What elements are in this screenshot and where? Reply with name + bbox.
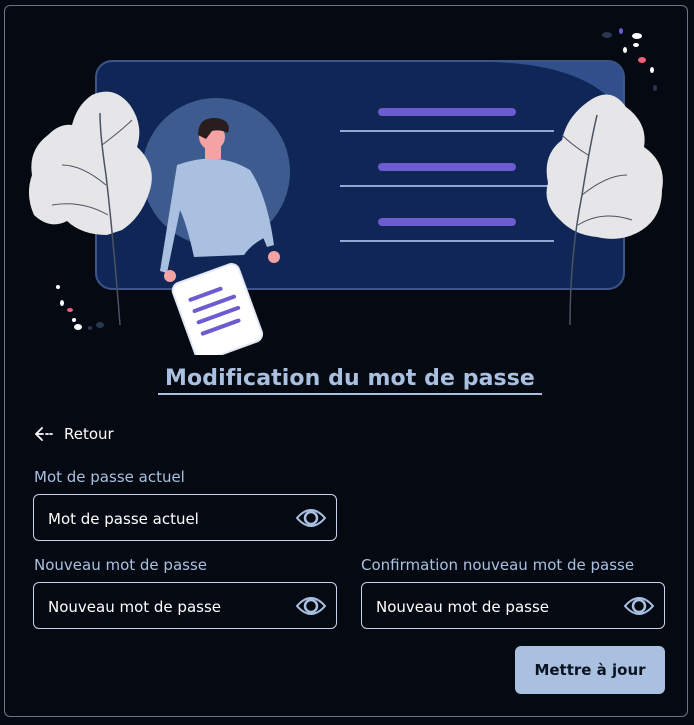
new-password-field [33,582,337,630]
eye-icon[interactable] [295,504,327,532]
id-card [95,60,625,290]
eye-icon[interactable] [295,592,327,620]
back-link[interactable]: Retour [34,423,114,445]
new-password-label: Nouveau mot de passe [34,556,208,574]
confirm-password-input[interactable] [374,583,618,630]
back-label: Retour [64,425,114,443]
password-illustration [28,28,663,355]
confirm-password-field [361,582,665,630]
eye-icon[interactable] [623,592,655,620]
current-password-label: Mot de passe actuel [34,468,185,486]
confetti-dots-bottom [56,285,104,330]
current-password-input[interactable] [46,495,290,542]
arrow-left-icon [35,427,53,441]
current-password-field [33,494,337,542]
confirm-password-label: Confirmation nouveau mot de passe [361,556,635,574]
page-title: Modification du mot de passe [158,366,542,395]
update-button[interactable]: Mettre à jour [515,646,665,694]
new-password-input[interactable] [46,583,290,630]
